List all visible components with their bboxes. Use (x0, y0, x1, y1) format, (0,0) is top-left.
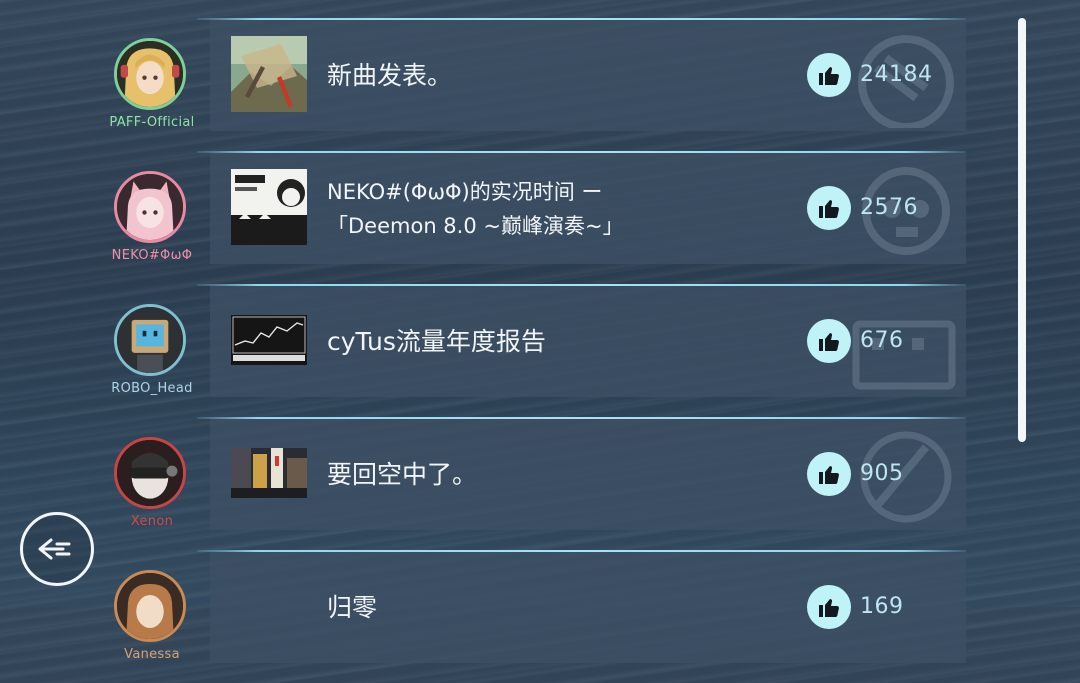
avatar-paff-official[interactable] (114, 38, 186, 110)
post-title: 新曲发表。 (327, 20, 787, 131)
username[interactable]: PAFF-Official (92, 115, 212, 130)
avatar-neko[interactable] (114, 171, 186, 243)
post-card[interactable]: 新曲发表。 24184 (210, 20, 966, 131)
thumbs-up-icon (819, 599, 839, 617)
post-title: 归零 (327, 552, 787, 663)
like-count: 676 (860, 328, 904, 353)
username[interactable]: Xenon (92, 514, 212, 529)
back-arrow-icon (38, 538, 71, 560)
post-title: cyTus流量年度报告 (327, 286, 787, 397)
like-count: 169 (860, 594, 904, 619)
back-button[interactable] (20, 512, 94, 586)
post-card[interactable]: 归零 169 (210, 552, 966, 663)
like-count: 2576 (860, 195, 918, 220)
post-title-line: NEKO#(ΦωΦ)的实况时间 ー (327, 179, 603, 204)
avatar-vanessa[interactable] (114, 570, 186, 642)
post-thumbnail (231, 315, 307, 365)
vanessa-avatar-image (117, 573, 183, 639)
paff-avatar-image (117, 41, 183, 107)
post-thumbnail (231, 448, 307, 498)
robo-avatar-image (117, 307, 183, 373)
like-count: 24184 (860, 62, 933, 87)
news-feed: PAFF-Official 新曲发表。 24184 NEKO#ΦωΦ NEKO#… (0, 0, 1080, 663)
post-title-line: 新曲发表。 (327, 60, 453, 90)
feed-row: Xenon 要回空中了。 905 (0, 417, 1000, 550)
post-card[interactable]: 要回空中了。 905 (210, 419, 966, 530)
avatar-robo-head[interactable] (114, 304, 186, 376)
username[interactable]: ROBO_Head (92, 381, 212, 396)
thumbs-up-icon (819, 333, 839, 351)
thumbs-up-icon (819, 67, 839, 85)
xenon-avatar-image (117, 440, 183, 506)
post-thumbnail (231, 169, 307, 245)
feed-row: Vanessa 归零 169 (0, 550, 1000, 683)
like-button[interactable] (807, 186, 851, 230)
neko-avatar-image (117, 174, 183, 240)
post-card[interactable]: cyTus流量年度报告 676 (210, 286, 966, 397)
username[interactable]: NEKO#ΦωΦ (92, 248, 212, 263)
post-thumbnail (231, 36, 307, 112)
like-button[interactable] (807, 53, 851, 97)
post-title-line: 归零 (327, 592, 378, 622)
avatar-xenon[interactable] (114, 437, 186, 509)
scrollbar[interactable] (1018, 18, 1026, 442)
username[interactable]: Vanessa (92, 647, 212, 662)
post-title-line: 「Deemon 8.0 ~巅峰演奏~」 (327, 213, 624, 238)
thumbs-up-icon (819, 200, 839, 218)
feed-row: NEKO#ΦωΦ NEKO#(ΦωΦ)的实况时间 ー 「Deemon 8.0 ~… (0, 151, 1000, 284)
thumbs-up-icon (819, 466, 839, 484)
post-title: 要回空中了。 (327, 419, 787, 530)
feed-row: ROBO_Head cyTus流量年度报告 676 (0, 284, 1000, 417)
like-count: 905 (860, 461, 904, 486)
like-button[interactable] (807, 319, 851, 363)
post-card[interactable]: NEKO#(ΦωΦ)的实况时间 ー 「Deemon 8.0 ~巅峰演奏~」 25… (210, 153, 966, 264)
post-title-line: 要回空中了。 (327, 459, 478, 489)
post-title-line: cyTus流量年度报告 (327, 326, 546, 356)
post-title: NEKO#(ΦωΦ)的实况时间 ー 「Deemon 8.0 ~巅峰演奏~」 (327, 153, 787, 264)
like-button[interactable] (807, 585, 851, 629)
like-button[interactable] (807, 452, 851, 496)
feed-row: PAFF-Official 新曲发表。 24184 (0, 18, 1000, 151)
